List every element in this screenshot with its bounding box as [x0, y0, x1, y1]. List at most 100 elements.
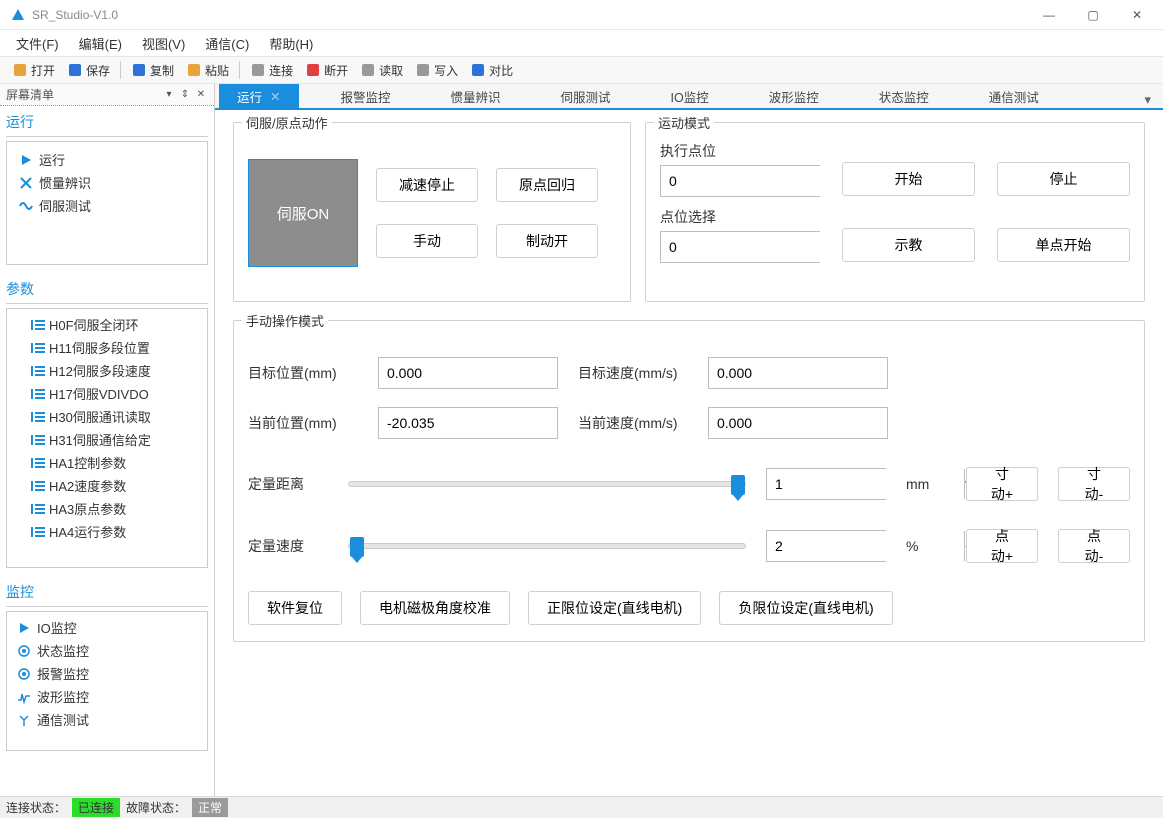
- tab-通信测试[interactable]: 通信测试: [971, 84, 1057, 108]
- param-list-item[interactable]: H31伺服通信给定: [9, 428, 205, 451]
- toolbar-read-label: 读取: [379, 62, 403, 79]
- menu-edit[interactable]: 编辑(E): [71, 31, 130, 56]
- monitor-tree-item[interactable]: 通信测试: [9, 708, 205, 731]
- spd-slider[interactable]: [348, 543, 746, 549]
- list-icon: [31, 343, 45, 353]
- spd-slider-thumb[interactable]: [350, 537, 364, 557]
- param-list-item[interactable]: H12伺服多段速度: [9, 359, 205, 382]
- dist-slider-thumb[interactable]: [731, 475, 745, 495]
- monitor-tree-item[interactable]: 报警监控: [9, 662, 205, 685]
- param-list-item[interactable]: H30伺服通讯读取: [9, 405, 205, 428]
- decel-stop-button[interactable]: 减速停止: [376, 168, 478, 202]
- toolbar-compare-button[interactable]: 对比: [464, 60, 519, 81]
- maximize-button[interactable]: ▢: [1071, 0, 1115, 30]
- point-select-input[interactable]: [661, 232, 858, 262]
- monitor-group-title: 监控: [6, 580, 208, 607]
- close-button[interactable]: ✕: [1115, 0, 1159, 30]
- toolbar-separator: [120, 61, 121, 79]
- read-icon: [360, 62, 376, 78]
- tab-close-icon[interactable]: ✕: [270, 89, 280, 104]
- toolbar-disconnect-button[interactable]: 断开: [299, 60, 354, 81]
- run-group-title: 运行: [6, 110, 208, 137]
- menu-help[interactable]: 帮助(H): [261, 31, 321, 56]
- menu-view[interactable]: 视图(V): [134, 31, 193, 56]
- play-icon: [19, 153, 33, 167]
- tab-惯量辨识[interactable]: 惯量辨识: [433, 84, 519, 108]
- list-icon: [31, 481, 45, 491]
- param-list-item[interactable]: H11伺服多段位置: [9, 336, 205, 359]
- toolbar-write-button[interactable]: 写入: [409, 60, 464, 81]
- curr-pos-input[interactable]: [378, 407, 558, 439]
- minimize-button[interactable]: —: [1027, 0, 1071, 30]
- soft-reset-button[interactable]: 软件复位: [248, 591, 342, 625]
- target-spd-input[interactable]: [708, 357, 888, 389]
- tab-波形监控[interactable]: 波形监控: [751, 84, 837, 108]
- curr-spd-input[interactable]: [708, 407, 888, 439]
- wave-icon: [19, 199, 33, 213]
- monitor-tree-item[interactable]: IO监控: [9, 616, 205, 639]
- tab-label: IO监控: [671, 87, 709, 106]
- run-tree-item[interactable]: 运行: [11, 148, 203, 171]
- teach-button[interactable]: 示教: [842, 228, 975, 262]
- write-icon: [415, 62, 431, 78]
- monitor-tree-item[interactable]: 状态监控: [9, 639, 205, 662]
- pin-icon[interactable]: ⇕: [178, 88, 192, 102]
- toolbar-save-button[interactable]: 保存: [61, 60, 116, 81]
- start-button[interactable]: 开始: [842, 162, 975, 196]
- brake-open-button[interactable]: 制动开: [496, 224, 598, 258]
- list-icon: [31, 504, 45, 514]
- target-spd-label: 目标速度(mm/s): [578, 363, 688, 383]
- play-icon: [17, 621, 31, 635]
- target-pos-input[interactable]: [378, 357, 558, 389]
- toolbar-connect-button[interactable]: 连接: [244, 60, 299, 81]
- run-tree-item[interactable]: 惯量辨识: [11, 171, 203, 194]
- servo-legend: 伺服/原点动作: [242, 113, 332, 132]
- dist-slider[interactable]: [348, 481, 746, 487]
- servo-on-button[interactable]: 伺服ON: [248, 159, 358, 267]
- toolbar-read-button[interactable]: 读取: [354, 60, 409, 81]
- pos-limit-button[interactable]: 正限位设定(直线电机): [528, 591, 701, 625]
- monitor-tree-item[interactable]: 波形监控: [9, 685, 205, 708]
- tab-IO监控[interactable]: IO监控: [653, 84, 727, 108]
- param-list-item[interactable]: HA2速度参数: [9, 474, 205, 497]
- toolbar-copy-button[interactable]: 复制: [125, 60, 180, 81]
- menu-comm[interactable]: 通信(C): [197, 31, 257, 56]
- param-item-label: HA3原点参数: [49, 499, 126, 518]
- dropdown-icon[interactable]: ▾: [162, 88, 176, 102]
- tab-报警监控[interactable]: 报警监控: [323, 84, 409, 108]
- param-list-item[interactable]: HA3原点参数: [9, 497, 205, 520]
- home-return-button[interactable]: 原点回归: [496, 168, 598, 202]
- jog-plus-button[interactable]: 点动+: [966, 529, 1038, 563]
- param-list-item[interactable]: H0F伺服全闭环: [9, 313, 205, 336]
- run-tree-item[interactable]: 伺服测试: [11, 194, 203, 217]
- target-icon: [17, 644, 31, 658]
- tab-overflow-icon[interactable]: ▾: [1136, 92, 1159, 108]
- exec-point-label: 执行点位: [660, 141, 820, 161]
- spd-label: 定量速度: [248, 536, 328, 556]
- manual-button[interactable]: 手动: [376, 224, 478, 258]
- curr-pos-label: 当前位置(mm): [248, 413, 358, 433]
- step-minus-button[interactable]: 寸动-: [1058, 467, 1130, 501]
- param-list-item[interactable]: H17伺服VDIVDO: [9, 382, 205, 405]
- param-list-item[interactable]: HA4运行参数: [9, 520, 205, 543]
- pole-cal-button[interactable]: 电机磁极角度校准: [360, 591, 510, 625]
- neg-limit-button[interactable]: 负限位设定(直线电机): [719, 591, 892, 625]
- tab-伺服测试[interactable]: 伺服测试: [543, 84, 629, 108]
- tab-状态监控[interactable]: 状态监控: [861, 84, 947, 108]
- tab-运行[interactable]: 运行 ✕: [219, 84, 299, 108]
- exec-point-input[interactable]: [661, 166, 858, 196]
- manual-groupbox: 手动操作模式 目标位置(mm) 目标速度(mm/s) 当前位置(mm) 当前速度…: [233, 320, 1145, 642]
- step-plus-button[interactable]: 寸动+: [966, 467, 1038, 501]
- list-icon: [31, 412, 45, 422]
- toolbar-open-button[interactable]: 打开: [6, 60, 61, 81]
- stop-button[interactable]: 停止: [997, 162, 1130, 196]
- monitor-item-label: 通信测试: [37, 710, 89, 729]
- menu-file[interactable]: 文件(F): [8, 31, 67, 56]
- jog-minus-button[interactable]: 点动-: [1058, 529, 1130, 563]
- toolbar-save-label: 保存: [86, 62, 110, 79]
- tab-label: 运行: [237, 87, 262, 106]
- toolbar-paste-button[interactable]: 粘贴: [180, 60, 235, 81]
- param-list-item[interactable]: HA1控制参数: [9, 451, 205, 474]
- single-start-button[interactable]: 单点开始: [997, 228, 1130, 262]
- panel-close-icon[interactable]: ✕: [194, 88, 208, 102]
